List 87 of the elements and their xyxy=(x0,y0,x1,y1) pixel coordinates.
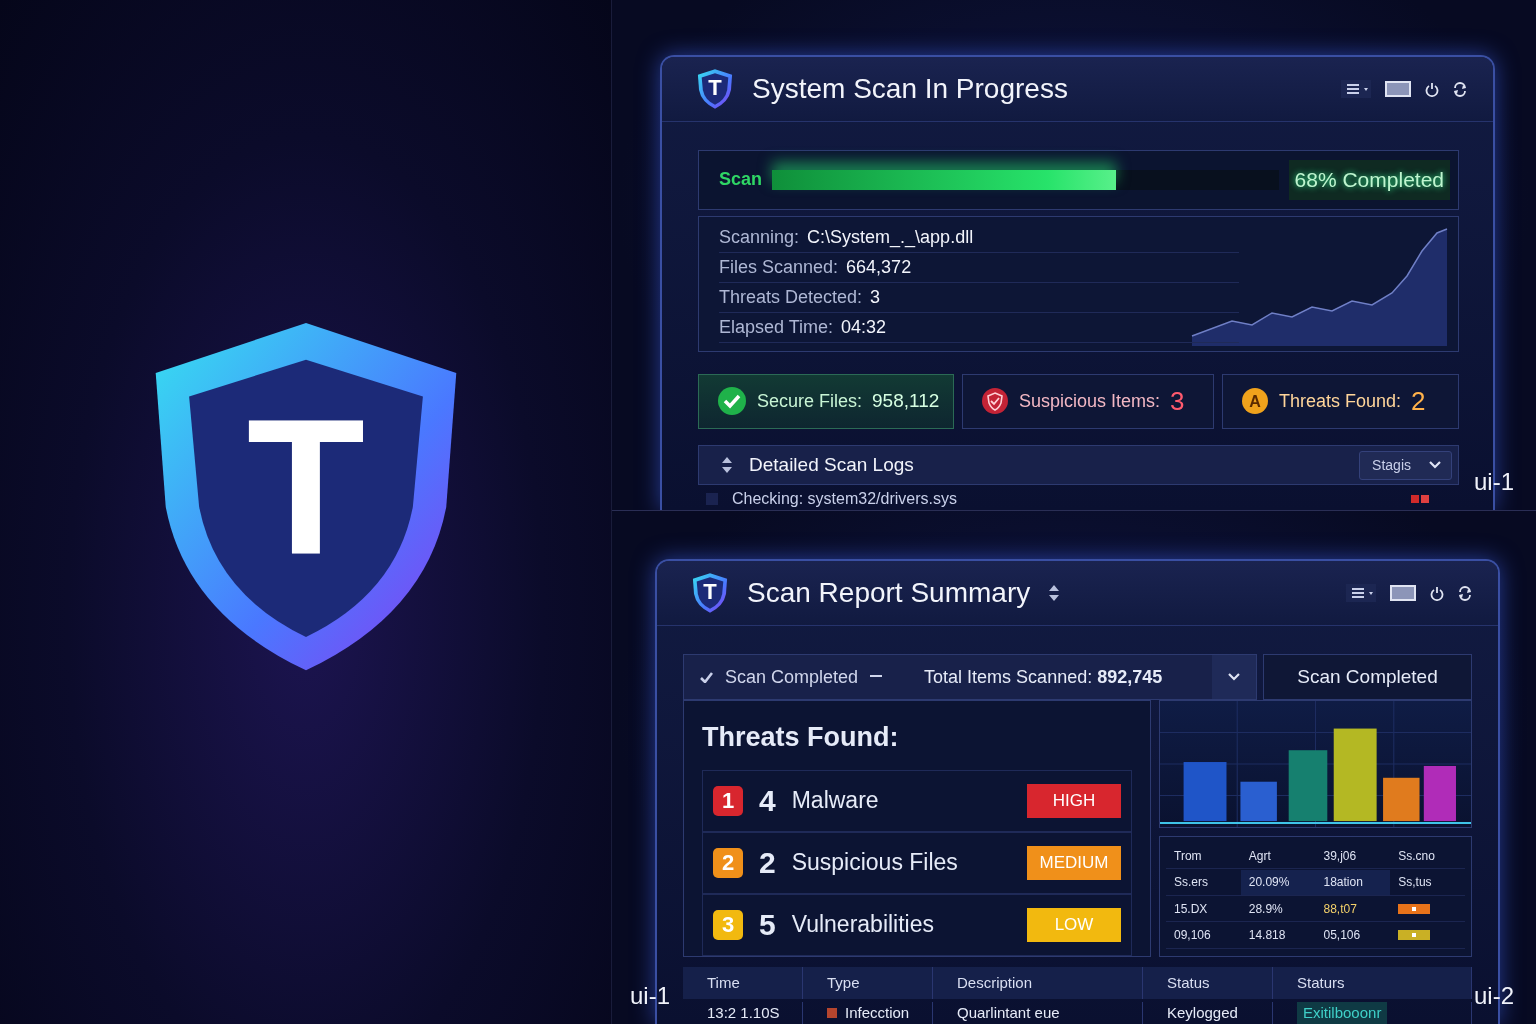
column-header: Description xyxy=(933,967,1143,999)
threat-name: Malware xyxy=(791,786,879,816)
rank-badge: 3 xyxy=(713,909,743,940)
power-icon[interactable] xyxy=(1425,81,1439,97)
detail-value: 3 xyxy=(870,285,881,309)
table-cell: 14.818 xyxy=(1240,922,1316,949)
panel-label: ui-1 xyxy=(630,981,671,1011)
chart-bar xyxy=(1288,750,1328,822)
list-view-icon[interactable] xyxy=(1346,584,1376,602)
table-cell: 39,j06 xyxy=(1315,843,1391,869)
detail-value: C:\System_._\app.dll xyxy=(807,225,974,250)
detail-label: Elapsed Time: xyxy=(719,315,834,339)
stat-value: 958,112 xyxy=(872,389,940,414)
stat-value: 2 xyxy=(1411,384,1426,418)
checkbox-icon[interactable] xyxy=(706,493,718,505)
table-cell: Keylogged xyxy=(1143,1002,1273,1024)
log-entry: Checking: system32/drivers.sys xyxy=(732,489,957,509)
table-cell: 28.9% xyxy=(1240,896,1316,923)
check-circle-icon xyxy=(717,386,747,417)
table-cell: Quarlintant eue xyxy=(933,1002,1143,1024)
table-cell: Trom xyxy=(1166,843,1241,869)
chevron-down-icon xyxy=(1228,673,1240,681)
shield-check-icon xyxy=(981,387,1009,416)
chart-bar xyxy=(1183,762,1227,822)
chart-bar xyxy=(1240,781,1277,822)
shield-logo-icon: T xyxy=(691,572,729,614)
progress-reading: 68% Completed xyxy=(1288,160,1450,200)
scan-status: Scan Completed xyxy=(1297,664,1438,689)
table-cell: Ss.cno xyxy=(1390,843,1465,869)
table-cell: Ss.ers xyxy=(1166,869,1241,896)
progress-label: Scan xyxy=(719,168,763,192)
column-header: Staturs xyxy=(1273,967,1472,999)
severity-label: HIGH xyxy=(1027,783,1121,818)
chart-bar xyxy=(1423,765,1456,822)
chart-bar xyxy=(1383,777,1420,822)
threat-count: 2 xyxy=(759,845,776,881)
stat-label: Secure Files: xyxy=(757,389,863,413)
table-cell: 05,106 xyxy=(1315,922,1391,949)
severity-label: MEDIUM xyxy=(1027,845,1121,880)
column-header: Status xyxy=(1143,967,1273,999)
refresh-icon[interactable] xyxy=(1458,585,1472,601)
warning-badge-icon: A xyxy=(1241,387,1269,416)
status-tag: Exitilbooonr xyxy=(1297,1001,1388,1024)
chevron-down-icon xyxy=(1429,461,1441,470)
stat-label: Suspicious Items: xyxy=(1019,389,1161,413)
threat-name: Vulnerabilities xyxy=(791,910,935,940)
check-icon xyxy=(700,671,713,683)
list-view-icon[interactable] xyxy=(1341,80,1371,98)
rank-badge: 1 xyxy=(713,785,743,816)
sort-icon[interactable] xyxy=(721,456,733,475)
window-title: System Scan In Progress xyxy=(752,72,1068,106)
panel-label: ui-2 xyxy=(1473,981,1514,1011)
table-cell: 18ation xyxy=(1315,869,1391,896)
window-title: Scan Report Summary xyxy=(747,576,1031,610)
table-cell: Agrt xyxy=(1240,843,1316,869)
table-cell: 15.DX xyxy=(1166,896,1241,923)
severity-label: LOW xyxy=(1027,907,1121,942)
total-items-text: Total Items Scanned: 892,745 xyxy=(924,665,1163,689)
power-icon[interactable] xyxy=(1430,585,1444,601)
column-header: Type xyxy=(803,967,933,999)
table-cell: Ss,tus xyxy=(1390,869,1465,896)
table-cell: 20.09% xyxy=(1240,869,1316,896)
threat-count: 4 xyxy=(759,783,776,819)
column-header: Time xyxy=(683,967,803,999)
detail-label: Scanning: xyxy=(719,225,800,249)
threat-name: Suspicious Files xyxy=(791,848,958,878)
shield-logo-icon: T xyxy=(696,68,734,110)
rank-badge: 2 xyxy=(713,847,743,878)
panel-label: ui-1 xyxy=(1473,467,1514,497)
stat-value: 3 xyxy=(1170,384,1185,418)
detail-label: Threats Detected: xyxy=(719,285,863,309)
dash-icon xyxy=(870,674,883,680)
refresh-icon[interactable] xyxy=(1453,81,1467,97)
detail-label: Files Scanned: xyxy=(719,255,839,279)
table-cell: 88,t07 xyxy=(1315,896,1391,923)
sort-icon[interactable] xyxy=(1048,584,1061,602)
detail-value: 04:32 xyxy=(841,315,887,339)
threat-count: 5 xyxy=(759,907,776,943)
threats-title: Threats Found: xyxy=(702,721,900,754)
scan-status: Scan Completed xyxy=(725,665,859,689)
table-cell-text: Infecction xyxy=(845,1002,910,1023)
table-cell: 13:2 1.10S xyxy=(683,1002,803,1024)
logs-title: Detailed Scan Logs xyxy=(749,452,914,477)
table-cell: 09,106 xyxy=(1166,922,1241,949)
status-filter-dropdown[interactable]: Stagis xyxy=(1359,450,1452,480)
detail-value: 664,372 xyxy=(846,255,912,279)
stat-label: Threats Found: xyxy=(1279,389,1402,413)
